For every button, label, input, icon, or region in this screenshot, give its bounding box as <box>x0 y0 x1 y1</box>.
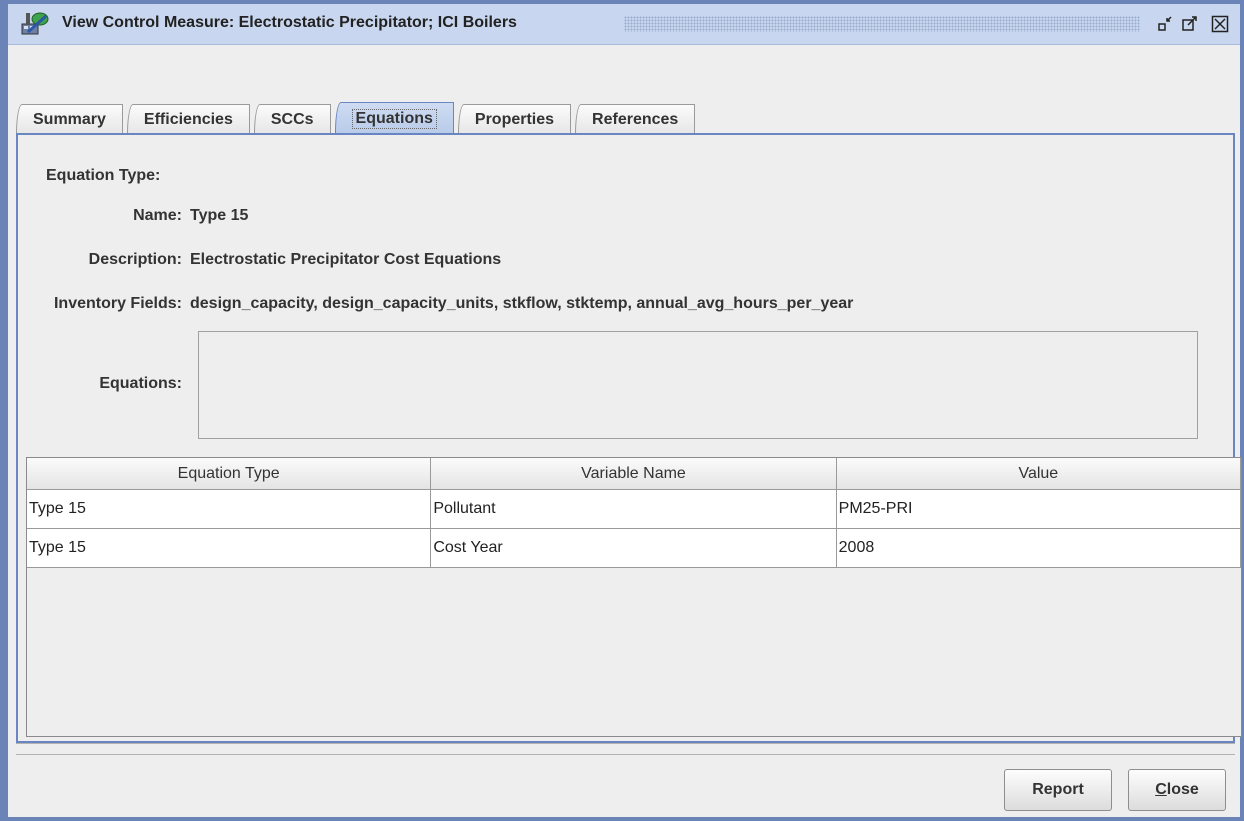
title-grip <box>624 16 1140 32</box>
table-cell[interactable]: Type 15 <box>27 529 432 568</box>
close-mnemonic: C <box>1155 781 1167 798</box>
table-cell[interactable]: Pollutant <box>431 490 837 529</box>
column-header-equation-type[interactable]: Equation Type <box>27 458 432 490</box>
report-button[interactable]: Report <box>1004 769 1112 811</box>
inventory-fields-label: Inventory Fields: <box>53 295 182 312</box>
inventory-fields-value: design_capacity, design_capacity_units, … <box>190 295 854 312</box>
table-header: Equation Type Variable Name Value <box>27 458 1241 490</box>
name-label: Name: <box>133 207 182 224</box>
title-bar[interactable]: View Control Measure: Electrostatic Prec… <box>8 4 1240 45</box>
table-row[interactable]: Type 15 Pollutant PM25-PRI <box>27 490 1241 529</box>
table-cell[interactable]: Cost Year <box>431 529 837 568</box>
maximize-icon[interactable] <box>1180 14 1200 34</box>
tab-sccs[interactable]: SCCs <box>253 104 331 134</box>
table-cell[interactable]: 2008 <box>836 529 1241 568</box>
app-icon <box>20 10 50 38</box>
table-row[interactable]: Type 15 Cost Year 2008 <box>27 529 1241 568</box>
close-window-icon[interactable] <box>1210 14 1230 34</box>
description-label: Description: <box>88 251 182 268</box>
equation-variables-table: Equation Type Variable Name Value Type 1… <box>26 457 1242 737</box>
tab-equations[interactable]: Equations <box>334 102 454 134</box>
description-value: Electrostatic Precipitator Cost Equation… <box>190 251 502 268</box>
tab-properties[interactable]: Properties <box>457 104 572 134</box>
divider <box>16 743 1235 755</box>
minimize-icon[interactable] <box>1156 14 1176 34</box>
tab-references[interactable]: References <box>575 104 696 134</box>
control-measure-window: View Control Measure: Electrostatic Prec… <box>0 0 1244 821</box>
equations-textarea[interactable] <box>198 331 1198 439</box>
tab-bar: Summary Efficiencies SCCs Equations Prop… <box>16 102 699 134</box>
close-label-rest: lose <box>1166 781 1199 798</box>
column-header-variable-name[interactable]: Variable Name <box>431 458 837 490</box>
equations-panel: Equation Type: Name: Type 15 Description… <box>16 133 1242 743</box>
tab-summary[interactable]: Summary <box>16 104 123 134</box>
equations-label: Equations: <box>99 375 182 392</box>
equation-type-label: Equation Type: <box>46 167 161 184</box>
window-title: View Control Measure: Electrostatic Prec… <box>62 14 517 31</box>
column-header-value[interactable]: Value <box>836 458 1241 490</box>
tab-efficiencies[interactable]: Efficiencies <box>126 104 250 134</box>
table-cell[interactable]: PM25-PRI <box>836 490 1241 529</box>
close-button[interactable]: Close <box>1128 769 1226 811</box>
table-cell[interactable]: Type 15 <box>27 490 432 529</box>
name-value: Type 15 <box>190 207 249 224</box>
